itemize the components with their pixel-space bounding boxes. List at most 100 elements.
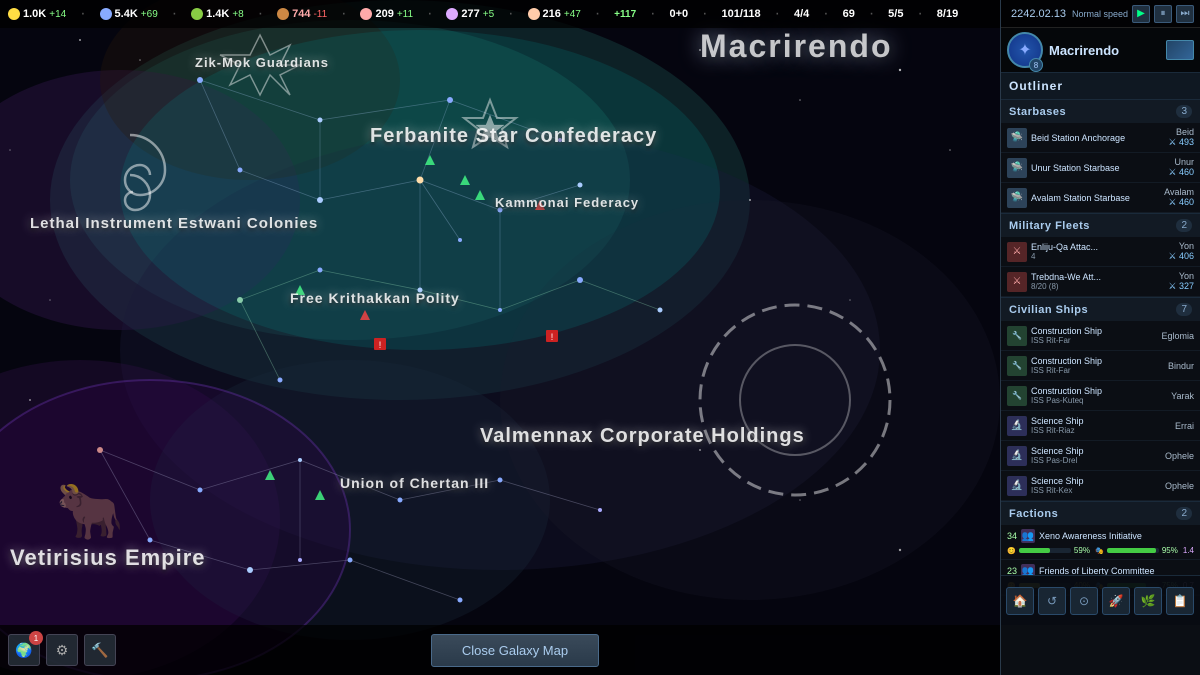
tech-button[interactable]: ⚙ [46, 634, 78, 666]
civilian-item-0[interactable]: 🔧 Construction Ship ISS Rit-Far Eglomia [1001, 321, 1200, 351]
faction-xeno-happiness: 95% [1162, 546, 1178, 555]
resource-energy: 1.0K +14 [8, 8, 66, 20]
starbase-item-avalam[interactable]: 🛸 Avalam Station Starbase Avalam ⚔ 460 [1001, 183, 1200, 213]
resource-amenities: +117 [614, 9, 636, 20]
fleet-icon: ⚔ [1007, 242, 1027, 262]
science-item-2[interactable]: 🔬 Science Ship ISS Rit-Kex Ophele [1001, 471, 1200, 501]
factions-label: Factions [1009, 508, 1058, 520]
starbase-item-beid[interactable]: 🛸 Beid Station Anchorage Beid ⚔ 493 [1001, 123, 1200, 153]
galaxy-map[interactable]: ! ! 🐂 [0, 0, 1030, 675]
fast-forward-button[interactable]: ⏭ [1176, 5, 1194, 23]
starbase-avalam-location: Avalam [1164, 187, 1194, 197]
starbase-icon: 🛸 [1007, 128, 1027, 148]
play-button[interactable]: ▶ [1132, 5, 1150, 23]
starbase-unur-location: Unur [1168, 157, 1194, 167]
civilian-item-2[interactable]: 🔧 Construction Ship ISS Pas-Kuteq Yarak [1001, 381, 1200, 411]
science-icon: 🔬 [1007, 476, 1027, 496]
expansion-button[interactable]: 📋 [1166, 587, 1194, 615]
fleet-item-enliju[interactable]: ⚔ Enliju-Qa Attac... 4 Yon ⚔ 406 [1001, 237, 1200, 267]
faction-xeno-count: 34 [1007, 531, 1017, 541]
build-button[interactable]: 🔨 [84, 634, 116, 666]
resource-alloys: 744 -11 [277, 8, 327, 20]
fleet-enliju-name: Enliju-Qa Attac... [1031, 242, 1164, 252]
fleet-icon: ⚔ [1007, 272, 1027, 292]
starbase-avalam-name: Avalam Station Starbase [1031, 193, 1160, 203]
starbases-header[interactable]: Starbases 3 [1001, 100, 1200, 123]
territory-ferbanite: Ferbanite Star Confederacy [370, 125, 657, 148]
construction-icon: 🔧 [1007, 326, 1027, 346]
contacts-button[interactable]: ⊙ [1070, 587, 1098, 615]
territory-lethal: Lethal Instrument Estwani Colonies [30, 215, 318, 232]
fleet-trebdna-sublabel: 8/20 (8) [1031, 282, 1164, 291]
resource-planets: 69 [843, 8, 855, 20]
civilian-item-1[interactable]: 🔧 Construction Ship ISS Rit-Far Bindur [1001, 351, 1200, 381]
territory-vetirisius: Vetirisius Empire [10, 545, 206, 571]
factions-header[interactable]: Factions 2 [1001, 502, 1200, 525]
starbase-icon: 🛸 [1007, 158, 1027, 178]
civ-ship-2-location: Yarak [1171, 391, 1194, 401]
resource-minerals: 5.4K +69 [100, 8, 158, 20]
civ-ship-1-location: Bindur [1168, 361, 1194, 371]
military-fleets-section: Military Fleets 2 ⚔ Enliju-Qa Attac... 4… [1001, 214, 1200, 298]
player-name: Macrirendo [1049, 43, 1119, 58]
resource-bar: 1.0K +14 · 5.4K +69 · 1.4K +8 · 744 -11 … [0, 0, 1030, 28]
construction-icon: 🔧 [1007, 356, 1027, 376]
starbase-beid-location: Beid [1168, 127, 1194, 137]
science-item-1[interactable]: 🔬 Science Ship ISS Pas-Drel Ophele [1001, 441, 1200, 471]
fleet-enliju-location: Yon [1168, 241, 1194, 251]
game-speed: Normal speed [1072, 9, 1128, 19]
fleet-trebdna-name: Trebdna-We Att... [1031, 272, 1164, 282]
outliner-panel: 2242.02.13 Normal speed ▶ ⏸ ⏭ ✦ 8 Macrir… [1000, 0, 1200, 675]
pause-button[interactable]: ⏸ [1154, 5, 1172, 23]
empire-name-label: Macrirendo [700, 28, 892, 65]
outliner-title: Outliner [1009, 79, 1063, 93]
svg-text:!: ! [379, 340, 382, 350]
resource-unity: 277 +5 [446, 8, 494, 20]
resource-influence: 216 +47 [528, 8, 581, 20]
ships-button[interactable]: 🚀 [1102, 587, 1130, 615]
sci-ship-0-sub: ISS Rit-Riaz [1031, 426, 1171, 435]
resource-armies: 4/4 [794, 8, 809, 20]
svg-text:🐂: 🐂 [56, 480, 124, 542]
sci-ship-2-name: Science Ship [1031, 476, 1161, 486]
close-galaxy-map-button[interactable]: Close Galaxy Map [431, 634, 599, 667]
sci-ship-2-sub: ISS Rit-Kex [1031, 486, 1161, 495]
faction-xeno[interactable]: 34 👥 Xeno Awareness Initiative 😊 59% 🎭 9… [1001, 525, 1200, 560]
science-item-0[interactable]: 🔬 Science Ship ISS Rit-Riaz Errai [1001, 411, 1200, 441]
resource-food: 1.4K +8 [191, 8, 244, 20]
planet-view-button[interactable]: 🌍 1 [8, 634, 40, 666]
sci-ship-1-name: Science Ship [1031, 446, 1161, 456]
fleet-item-trebdna[interactable]: ⚔ Trebdna-We Att... 8/20 (8) Yon ⚔ 327 [1001, 267, 1200, 297]
starbases-section: Starbases 3 🛸 Beid Station Anchorage Bei… [1001, 100, 1200, 214]
outliner-settings-button[interactable]: 🏠 [1006, 587, 1034, 615]
starbase-item-unur[interactable]: 🛸 Unur Station Starbase Unur ⚔ 460 [1001, 153, 1200, 183]
bottom-left-icons: 🌍 1 ⚙ 🔨 [8, 634, 116, 666]
territory-free-krith: Free Krithakkan Polity [290, 290, 460, 306]
military-fleets-header[interactable]: Military Fleets 2 [1001, 214, 1200, 237]
faction-xeno-name: Xeno Awareness Initiative [1039, 531, 1142, 541]
fleet-trebdna-value: ⚔ 327 [1168, 281, 1194, 292]
military-fleets-label: Military Fleets [1009, 220, 1090, 232]
resource-tech: 8/19 [937, 8, 958, 20]
factions-count: 2 [1176, 507, 1192, 520]
resource-naval: 101/118 [721, 8, 760, 20]
resource-consumer: 209 +11 [360, 8, 413, 20]
right-bottom-icons: 🏠 ↺ ⊙ 🚀 🌿 📋 [1000, 575, 1200, 625]
sci-ship-0-name: Science Ship [1031, 416, 1171, 426]
panel-top-bar: 2242.02.13 Normal speed ▶ ⏸ ⏭ [1001, 0, 1200, 28]
territory-kammonai: Kammonai Federacy [495, 195, 639, 210]
map-settings-button[interactable]: ↺ [1038, 587, 1066, 615]
civ-ship-0-name: Construction Ship [1031, 326, 1157, 336]
starbase-beid-name: Beid Station Anchorage [1031, 133, 1164, 143]
civ-ship-1-sub: ISS Rit-Far [1031, 366, 1164, 375]
leaders-button[interactable]: 🌿 [1134, 587, 1162, 615]
territory-union: Union of Chertan III [340, 475, 489, 491]
player-avatar[interactable]: ✦ 8 [1007, 32, 1043, 68]
civilian-ships-header[interactable]: Civilian Ships 7 [1001, 298, 1200, 321]
starbases-label: Starbases [1009, 106, 1066, 118]
faction-xeno-influence: 1.4 [1183, 546, 1194, 555]
sci-ship-1-sub: ISS Pas-Drel [1031, 456, 1161, 465]
civ-ship-0-location: Eglomia [1161, 331, 1194, 341]
fleet-enliju-value: ⚔ 406 [1168, 251, 1194, 262]
faction-xeno-approval: 59% [1074, 546, 1090, 555]
